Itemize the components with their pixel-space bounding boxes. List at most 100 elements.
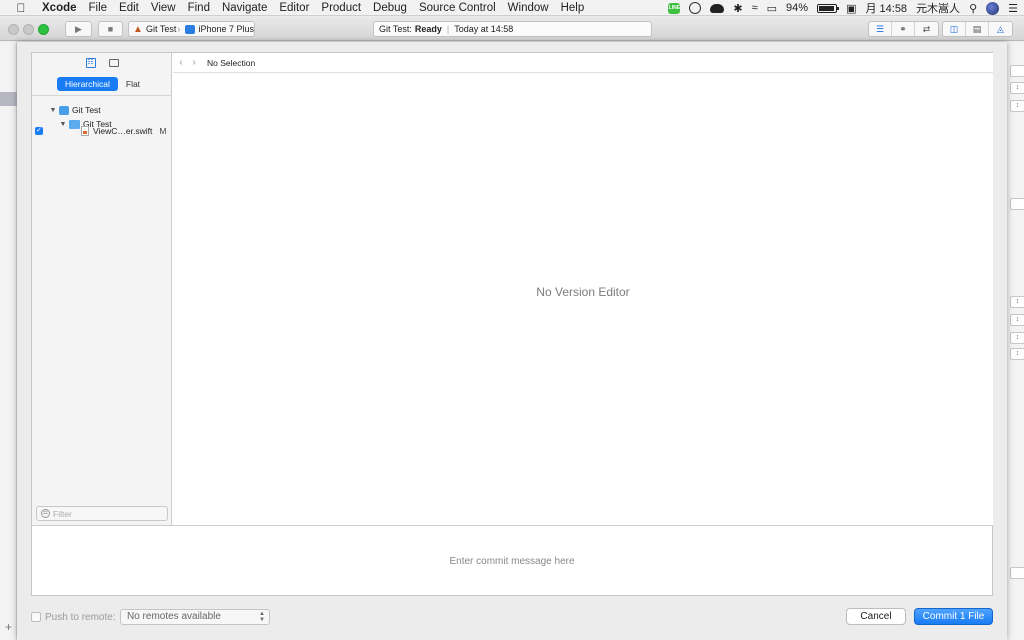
modified-badge: M xyxy=(159,126,167,136)
push-to-remote-label: Push to remote: xyxy=(45,612,116,623)
chevron-left-icon[interactable]: ‹ xyxy=(176,57,186,68)
commit-message-input[interactable]: Enter commit message here xyxy=(32,525,992,595)
menu-app-xcode[interactable]: Xcode xyxy=(38,2,83,14)
menu-file[interactable]: File xyxy=(83,2,114,14)
input-method-icon[interactable]: ▣ xyxy=(846,2,856,15)
view-toggle-control: ◫ ▤ ◬ xyxy=(942,21,1013,37)
toggle-debug-area-icon[interactable]: ▤ xyxy=(966,22,989,36)
wifi-icon[interactable]: ≈ xyxy=(752,2,758,14)
include-file-checkbox[interactable]: ✓ xyxy=(35,127,43,135)
device-icon xyxy=(185,24,196,34)
activity-divider: | xyxy=(446,24,450,34)
divider xyxy=(32,95,172,96)
activity-project: Git Test: xyxy=(379,24,412,34)
folder-icon[interactable] xyxy=(108,58,119,67)
menu-help[interactable]: Help xyxy=(555,2,591,14)
menu-debug[interactable]: Debug xyxy=(367,2,413,14)
add-icon[interactable]: + xyxy=(5,620,12,634)
inspector-stepper[interactable]: ↕ xyxy=(1010,332,1024,344)
activity-state: Ready xyxy=(414,24,442,34)
filter-placeholder: Filter xyxy=(53,508,72,519)
tab-flat[interactable]: Flat xyxy=(118,77,148,91)
commit-files-button[interactable]: Commit 1 File xyxy=(914,608,993,625)
scheme-selector[interactable]: ▲ Git Test › iPhone 7 Plus xyxy=(128,21,255,37)
activity-view: Git Test: Ready | Today at 14:58 xyxy=(373,21,652,37)
stop-button[interactable]: ■ xyxy=(98,21,123,37)
menu-clock[interactable]: 月 14:58 xyxy=(865,0,907,16)
notification-center-icon[interactable]: ☰ xyxy=(1008,2,1018,15)
background-navigator: + xyxy=(0,42,17,640)
window-toolbar: ▶ ■ ▲ Git Test › iPhone 7 Plus Git Test:… xyxy=(0,17,1024,41)
creative-cloud-icon[interactable] xyxy=(689,2,702,14)
menu-window[interactable]: Window xyxy=(502,2,555,14)
chevron-right-icon: › xyxy=(177,24,181,34)
zoom-window-button[interactable] xyxy=(38,24,49,35)
cancel-button[interactable]: Cancel xyxy=(846,608,906,625)
tab-hierarchical[interactable]: Hierarchical xyxy=(57,77,118,91)
commit-sheet-content: ☷ Hierarchical Flat ▼ Git Test ▼ Git Tes… xyxy=(31,52,993,596)
line-app-icon[interactable]: LINE xyxy=(668,2,681,14)
activity-time: Today at 14:58 xyxy=(454,24,514,34)
siri-icon[interactable] xyxy=(986,1,1000,15)
commit-sheet-footer: Push to remote: No remotes available ▲ ▼ … xyxy=(31,608,993,628)
run-button[interactable]: ▶ xyxy=(65,21,92,37)
inspector-stepper[interactable]: ↕ xyxy=(1010,82,1024,94)
jump-bar: ‹ › No Selection xyxy=(173,53,993,73)
cloud-icon[interactable] xyxy=(710,3,725,13)
menu-edit[interactable]: Edit xyxy=(113,2,145,14)
inspector-stepper[interactable]: ↕ xyxy=(1010,296,1024,308)
menu-source-control[interactable]: Source Control xyxy=(413,2,502,14)
stop-icon: ■ xyxy=(107,24,114,34)
tree-item-label: ViewC…er.swift xyxy=(93,126,153,136)
changes-icon[interactable]: ☷ xyxy=(85,57,96,68)
chevron-up-down-icon: ▲ ▼ xyxy=(259,611,265,623)
empty-editor-message: No Version Editor xyxy=(536,285,630,299)
tree-item-file[interactable]: ViewC…er.swift M xyxy=(79,124,166,138)
inspector-stepper[interactable]: ↕ xyxy=(1010,348,1024,360)
navigator-mode-bar: ☷ xyxy=(32,53,172,72)
close-window-button[interactable] xyxy=(8,24,19,35)
spotlight-search-icon[interactable]: ⚲ xyxy=(969,2,977,15)
menu-find[interactable]: Find xyxy=(182,2,216,14)
chevron-right-icon[interactable]: › xyxy=(189,57,199,68)
disclosure-triangle-icon[interactable]: ▼ xyxy=(59,121,67,128)
inspector-stepper[interactable]: ↕ xyxy=(1010,100,1024,112)
commit-message-placeholder: Enter commit message here xyxy=(449,556,575,567)
swift-file-icon xyxy=(81,126,89,136)
menu-product[interactable]: Product xyxy=(315,2,367,14)
inspector-field[interactable] xyxy=(1010,65,1024,77)
breadcrumb[interactable]: No Selection xyxy=(207,58,255,68)
scheme-name: Git Test xyxy=(146,24,177,34)
background-selected-row xyxy=(0,92,17,106)
toggle-inspector-icon[interactable]: ◬ xyxy=(989,22,1012,36)
airplay-icon[interactable]: ▭ xyxy=(767,2,777,15)
view-mode-segment: Hierarchical Flat xyxy=(57,77,148,91)
standard-editor-icon[interactable]: ☰ xyxy=(869,22,892,36)
disclosure-triangle-icon[interactable]: ▼ xyxy=(49,107,57,114)
device-name: iPhone 7 Plus xyxy=(198,24,254,34)
inspector-field[interactable] xyxy=(1010,567,1024,579)
filter-field[interactable]: ☰ Filter xyxy=(36,506,168,521)
inspector-field[interactable] xyxy=(1010,198,1024,210)
commit-sheet: ☷ Hierarchical Flat ▼ Git Test ▼ Git Tes… xyxy=(17,42,1007,640)
menu-view[interactable]: View xyxy=(145,2,182,14)
menu-navigate[interactable]: Navigate xyxy=(216,2,273,14)
user-name[interactable]: 元木嵩人 xyxy=(916,0,960,16)
tree-item-project[interactable]: ▼ Git Test xyxy=(49,103,101,117)
battery-icon[interactable] xyxy=(817,3,840,13)
push-to-remote-checkbox[interactable] xyxy=(31,612,41,622)
toggle-navigator-icon[interactable]: ◫ xyxy=(943,22,966,36)
remotes-select[interactable]: No remotes available ▲ ▼ xyxy=(120,609,270,625)
remotes-selected-value: No remotes available xyxy=(127,611,221,622)
menu-editor[interactable]: Editor xyxy=(273,2,315,14)
minimize-window-button[interactable] xyxy=(23,24,34,35)
bluetooth-icon[interactable]: ✱ xyxy=(733,2,742,15)
version-editor-icon[interactable]: ⇄ xyxy=(915,22,938,36)
apple-icon[interactable]:  xyxy=(14,1,28,15)
assistant-editor-icon[interactable]: ⚭ xyxy=(892,22,915,36)
tree-item-label: Git Test xyxy=(72,105,101,115)
project-icon xyxy=(59,105,69,115)
inspector-stepper[interactable]: ↕ xyxy=(1010,314,1024,326)
battery-percent: 94% xyxy=(786,2,809,14)
background-inspector: ↕ ↕ ↕ ↕ ↕ ↕ xyxy=(1006,42,1024,640)
